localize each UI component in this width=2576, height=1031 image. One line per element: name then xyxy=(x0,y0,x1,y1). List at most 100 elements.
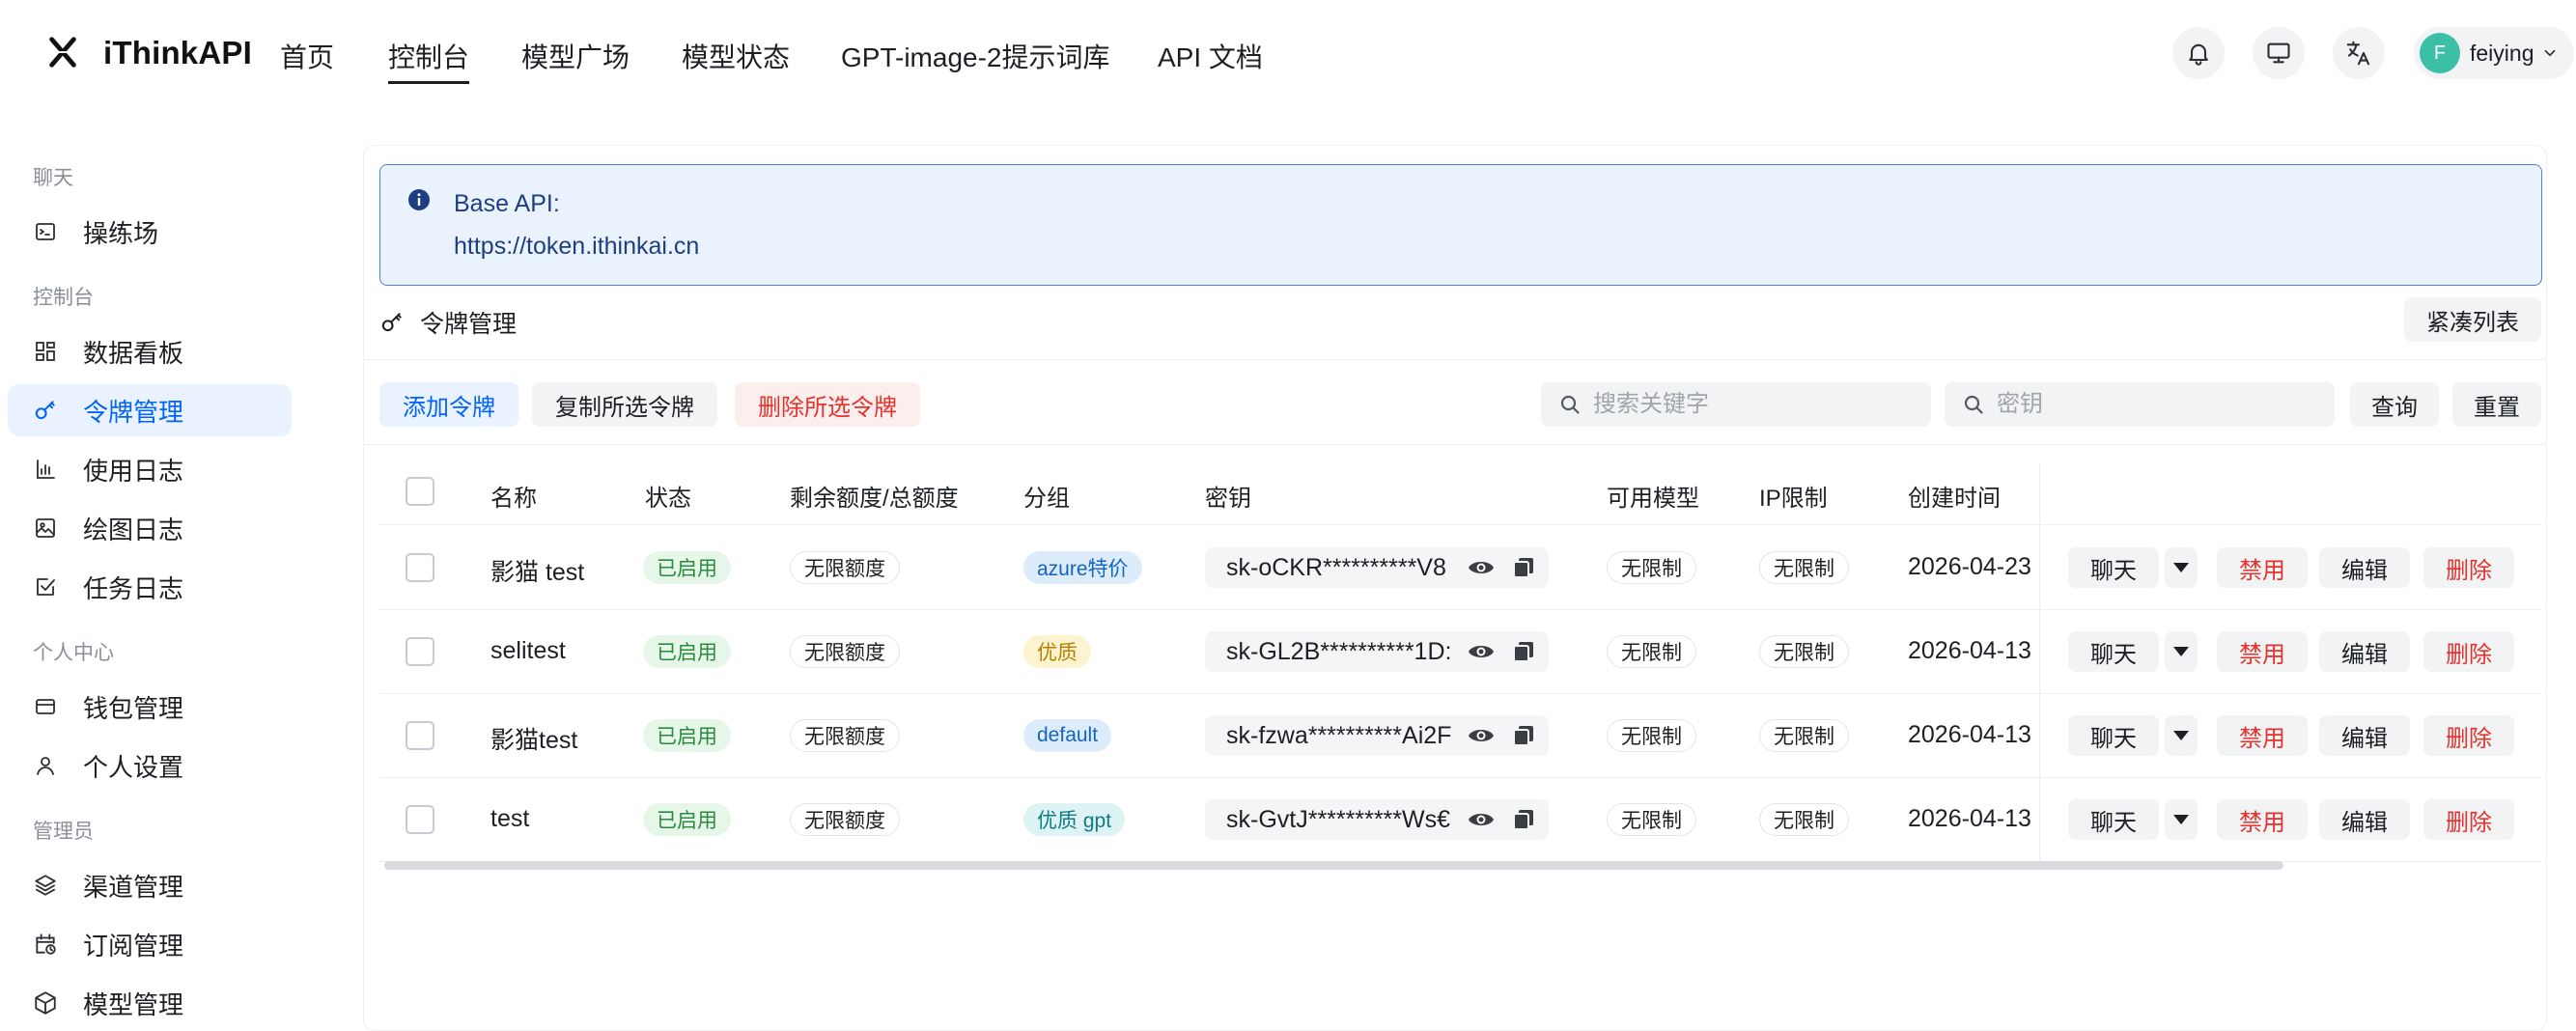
base-api-url[interactable]: https://token.ithinkai.cn xyxy=(454,233,699,261)
sidebar-item-dashboard[interactable]: 数据看板 xyxy=(8,325,292,377)
language-button[interactable] xyxy=(2333,27,2385,79)
sidebar-item-token-management[interactable]: 令牌管理 xyxy=(8,384,292,436)
monitor-icon xyxy=(2267,42,2290,64)
token-key-field: sk-GL2B**********1D: xyxy=(1205,631,1549,672)
column-header-key[interactable]: 密钥 xyxy=(1205,479,1251,513)
key-search-input[interactable] xyxy=(1997,391,2306,418)
nav-console[interactable]: 控制台 xyxy=(388,37,470,84)
horizontal-scrollbar[interactable] xyxy=(384,861,2283,870)
eye-icon[interactable] xyxy=(1468,725,1495,746)
sidebar-item-playground[interactable]: 操练场 xyxy=(8,206,292,258)
search-icon xyxy=(1964,395,1983,414)
row-divider xyxy=(379,693,2542,694)
add-token-button[interactable]: 添加令牌 xyxy=(379,382,518,427)
sidebar-item-channels[interactable]: 渠道管理 xyxy=(8,859,292,911)
created-time: 2026-04-13 xyxy=(1908,805,2031,832)
copy-selected-tokens-button[interactable]: 复制所选令牌 xyxy=(532,382,717,427)
delete-button[interactable]: 删除 xyxy=(2423,631,2514,672)
chat-button[interactable]: 聊天 xyxy=(2068,631,2159,672)
copy-icon[interactable] xyxy=(1512,724,1535,747)
row-checkbox[interactable] xyxy=(406,721,434,750)
page-title-text: 令牌管理 xyxy=(420,311,518,338)
quota-badge: 无限额度 xyxy=(790,551,900,584)
sidebar-item-label: 绘图日志 xyxy=(83,515,184,544)
column-header-models[interactable]: 可用模型 xyxy=(1607,479,1699,513)
disable-button[interactable]: 禁用 xyxy=(2217,631,2308,672)
keyword-search-field[interactable] xyxy=(1541,382,1931,427)
bar-chart-icon xyxy=(33,457,58,482)
nav-api-docs[interactable]: API 文档 xyxy=(1158,37,1263,75)
column-header-name[interactable]: 名称 xyxy=(490,479,537,513)
status-badge: 已启用 xyxy=(643,719,731,752)
sidebar-item-task-log[interactable]: 任务日志 xyxy=(8,561,292,613)
delete-button[interactable]: 删除 xyxy=(2423,799,2514,840)
brand-name[interactable]: iThinkAPI xyxy=(103,35,252,71)
row-checkbox[interactable] xyxy=(406,805,434,834)
edit-button[interactable]: 编辑 xyxy=(2319,799,2410,840)
chat-dropdown-button[interactable] xyxy=(2165,715,2198,756)
chat-button[interactable]: 聊天 xyxy=(2068,715,2159,756)
sidebar-item-personal-settings[interactable]: 个人设置 xyxy=(8,739,292,792)
models-badge: 无限制 xyxy=(1607,635,1696,668)
eye-icon[interactable] xyxy=(1468,641,1495,662)
disable-button[interactable]: 禁用 xyxy=(2217,547,2308,588)
copy-icon[interactable] xyxy=(1512,640,1535,663)
chat-button[interactable]: 聊天 xyxy=(2068,799,2159,840)
info-icon xyxy=(408,189,430,210)
token-key-text: sk-GvtJ**********Ws€ xyxy=(1226,806,1451,833)
column-header-quota[interactable]: 剩余额度/总额度 xyxy=(790,479,959,513)
column-header-created[interactable]: 创建时间 xyxy=(1908,479,2001,513)
compact-list-button[interactable]: 紧凑列表 xyxy=(2404,297,2541,342)
delete-button[interactable]: 删除 xyxy=(2423,547,2514,588)
quota-badge: 无限额度 xyxy=(790,635,900,668)
delete-selected-tokens-button[interactable]: 删除所选令牌 xyxy=(735,382,920,427)
edit-button[interactable]: 编辑 xyxy=(2319,715,2410,756)
edit-button[interactable]: 编辑 xyxy=(2319,547,2410,588)
chat-dropdown-button[interactable] xyxy=(2165,547,2198,588)
key-search-field[interactable] xyxy=(1945,382,2335,427)
logo-icon[interactable] xyxy=(44,34,81,70)
copy-icon[interactable] xyxy=(1512,808,1535,831)
row-divider xyxy=(379,609,2542,610)
task-check-icon xyxy=(33,574,58,599)
notification-button[interactable] xyxy=(2172,27,2225,79)
sidebar-item-drawing-log[interactable]: 绘图日志 xyxy=(8,502,292,554)
eye-icon[interactable] xyxy=(1468,809,1495,830)
dashboard-icon xyxy=(33,339,58,364)
row-checkbox[interactable] xyxy=(406,637,434,666)
row-divider xyxy=(379,777,2542,778)
column-header-status[interactable]: 状态 xyxy=(645,479,691,513)
copy-icon[interactable] xyxy=(1512,556,1535,579)
user-menu[interactable]: F feiying xyxy=(2414,27,2574,79)
sidebar-group-personal: 个人中心 xyxy=(33,642,114,664)
sidebar-item-subscriptions[interactable]: 订阅管理 xyxy=(8,918,292,970)
delete-button[interactable]: 删除 xyxy=(2423,715,2514,756)
row-checkbox[interactable] xyxy=(406,553,434,582)
nav-model-market[interactable]: 模型广场 xyxy=(521,37,630,75)
sidebar-item-label: 操练场 xyxy=(83,218,159,248)
query-button[interactable]: 查询 xyxy=(2350,382,2439,427)
column-header-ip-limit[interactable]: IP限制 xyxy=(1759,479,1828,513)
nav-model-status[interactable]: 模型状态 xyxy=(682,37,790,75)
nav-home[interactable]: 首页 xyxy=(280,37,334,75)
disable-button[interactable]: 禁用 xyxy=(2217,715,2308,756)
token-key-text: sk-GL2B**********1D: xyxy=(1226,638,1452,665)
ip-limit-badge: 无限制 xyxy=(1759,551,1849,584)
chat-dropdown-button[interactable] xyxy=(2165,631,2198,672)
sidebar-item-usage-log[interactable]: 使用日志 xyxy=(8,443,292,495)
eye-icon[interactable] xyxy=(1468,557,1495,578)
nav-prompt-library[interactable]: GPT-image-2提示词库 xyxy=(841,37,1110,75)
theme-button[interactable] xyxy=(2253,27,2305,79)
reset-button[interactable]: 重置 xyxy=(2452,382,2541,427)
wallet-icon xyxy=(33,694,58,719)
sidebar-item-wallet[interactable]: 钱包管理 xyxy=(8,681,292,733)
chat-dropdown-button[interactable] xyxy=(2165,799,2198,840)
sidebar-item-models[interactable]: 模型管理 xyxy=(8,977,292,1029)
disable-button[interactable]: 禁用 xyxy=(2217,799,2308,840)
select-all-checkbox[interactable] xyxy=(406,477,434,506)
edit-button[interactable]: 编辑 xyxy=(2319,631,2410,672)
keyword-search-input[interactable] xyxy=(1593,391,1902,418)
column-header-group[interactable]: 分组 xyxy=(1023,479,1070,513)
layers-icon xyxy=(33,873,58,898)
chat-button[interactable]: 聊天 xyxy=(2068,547,2159,588)
